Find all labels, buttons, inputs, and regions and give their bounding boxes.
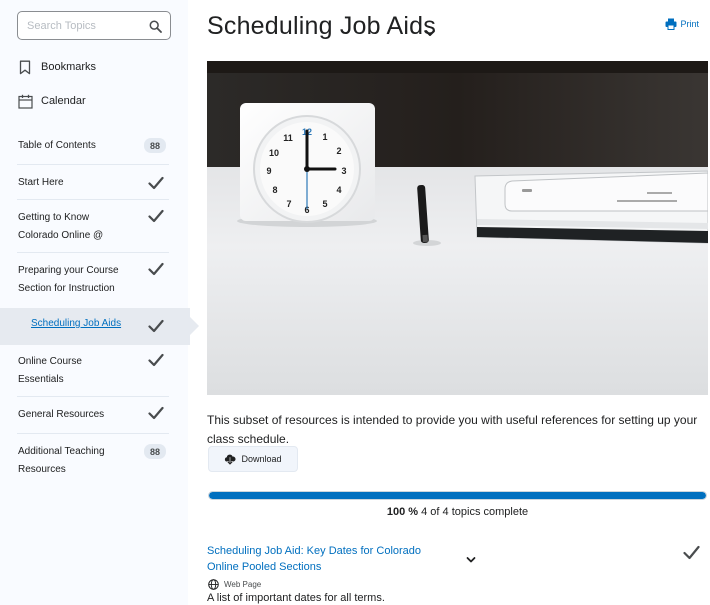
- toc-item-preparing-course[interactable]: Preparing your Course Section for Instru…: [0, 262, 188, 298]
- toc-item-additional-teaching-resources[interactable]: Additional Teaching Resources 88: [0, 443, 188, 479]
- download-button[interactable]: Download: [208, 446, 298, 472]
- print-label: Print: [680, 19, 699, 29]
- sidebar: Bookmarks Calendar Table of Contents 88 …: [0, 0, 199, 605]
- progress-percent: 100 %: [386, 506, 419, 518]
- divider: [17, 433, 169, 434]
- svg-text:8: 8: [272, 185, 277, 195]
- checkmark-icon: [148, 176, 164, 190]
- divider: [17, 164, 169, 165]
- svg-text:7: 7: [286, 199, 291, 209]
- toc-item-scheduling-job-aids[interactable]: Scheduling Job Aids: [0, 308, 199, 345]
- search-input[interactable]: [18, 12, 140, 39]
- toc-item-label: General Resources: [18, 409, 105, 420]
- toc-item-getting-to-know[interactable]: Getting to Know Colorado Online @: [0, 209, 188, 245]
- hero-image: 12 1 2 3 4 5 6 7 8 9 10 11: [207, 61, 708, 395]
- checkmark-icon: [148, 209, 164, 223]
- topic-link[interactable]: Scheduling Job Aid: Key Dates for Colora…: [207, 543, 439, 575]
- toc-item-general-resources[interactable]: General Resources: [0, 406, 188, 424]
- toc-header-label: Table of Contents: [18, 140, 96, 151]
- divider: [17, 252, 169, 253]
- svg-text:4: 4: [336, 185, 341, 195]
- progress-bar: [208, 491, 707, 500]
- toc-item-label: Start Here: [18, 177, 64, 188]
- topic-type-label: Web Page: [224, 580, 262, 589]
- calendar-icon: [17, 93, 33, 109]
- svg-text:9: 9: [266, 166, 271, 176]
- description-text: This subset of resources is intended to …: [207, 413, 698, 446]
- divider: [17, 396, 169, 397]
- toc-item-online-course-essentials[interactable]: Online Course Essentials: [0, 353, 188, 389]
- print-button[interactable]: Print: [665, 18, 699, 30]
- bookmarks-label: Bookmarks: [41, 61, 97, 73]
- svg-text:10: 10: [269, 148, 279, 158]
- calendar-link[interactable]: Calendar: [17, 93, 86, 109]
- progress-bar-fill: [209, 492, 706, 499]
- svg-text:5: 5: [322, 199, 327, 209]
- toc-item-label: Additional Teaching Resources: [18, 446, 105, 475]
- chevron-down-icon[interactable]: [423, 26, 437, 38]
- toc-header-badge: 88: [144, 138, 166, 153]
- download-label: Download: [241, 454, 282, 464]
- cloud-download-icon: [224, 453, 237, 466]
- topic-description: A list of important dates for all terms.: [207, 592, 385, 604]
- toc-item-label: Online Course Essentials: [18, 356, 82, 385]
- svg-text:2: 2: [336, 146, 341, 156]
- toc-item-label: Getting to Know Colorado Online @: [18, 212, 104, 241]
- checkmark-icon: [148, 353, 164, 367]
- progress-summary: 4 of 4 topics complete: [421, 506, 529, 518]
- search-box: [17, 11, 171, 40]
- topic-type: Web Page: [208, 579, 261, 590]
- divider: [17, 199, 169, 200]
- globe-icon: [208, 579, 219, 590]
- page-title: Scheduling Job Aids: [207, 12, 436, 40]
- chevron-down-icon[interactable]: [465, 552, 477, 563]
- search-icon[interactable]: [146, 17, 164, 35]
- toc-item-start-here[interactable]: Start Here: [0, 174, 188, 192]
- printer-icon: [665, 18, 677, 30]
- svg-text:11: 11: [283, 133, 293, 143]
- toc-item-label: Scheduling Job Aids: [31, 318, 122, 329]
- checkmark-icon: [148, 319, 164, 333]
- bookmarks-link[interactable]: Bookmarks: [17, 59, 96, 75]
- calendar-label: Calendar: [41, 95, 86, 107]
- toc-item-badge: 88: [144, 444, 166, 459]
- bookmark-icon: [17, 59, 33, 75]
- checkmark-icon: [148, 406, 164, 420]
- toc-header[interactable]: Table of Contents 88: [0, 137, 188, 155]
- toc-item-label: Preparing your Course Section for Instru…: [18, 265, 119, 294]
- checkmark-icon: [148, 262, 164, 276]
- svg-text:3: 3: [341, 166, 346, 176]
- checkmark-icon: [683, 545, 700, 560]
- progress-text: 100 % 4 of 4 topics complete: [208, 506, 707, 518]
- svg-text:1: 1: [322, 132, 327, 142]
